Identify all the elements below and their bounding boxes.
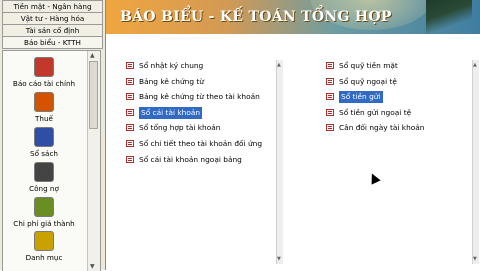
tab-tai-san[interactable]: Tài sản cố định	[2, 25, 103, 37]
report-doc-icon	[126, 93, 134, 101]
report-item-label: Bảng kê chứng từ	[139, 76, 204, 86]
module-bar-chart[interactable]: Báo cáo tài chính	[3, 57, 85, 88]
report-doc-icon	[326, 108, 334, 116]
report-item-label: Sổ tiền gửi ngoại tệ	[339, 107, 412, 117]
tax-doc-icon	[34, 92, 54, 112]
report-item-label: Sổ cái tài khoản	[139, 106, 203, 119]
scroll-down-icon[interactable]: ▼	[277, 256, 281, 262]
scroll-up-icon[interactable]: ▲	[90, 52, 95, 59]
right-list-scrollbar[interactable]: ▲ ▼	[472, 60, 479, 264]
module-label: Thuế	[35, 114, 53, 123]
catalog-icon	[34, 231, 54, 251]
report-item-label: Cân đối ngày tài khoản	[339, 123, 425, 133]
report-doc-icon	[126, 108, 134, 116]
report-item-label: Sổ nhật ký chung	[139, 61, 204, 70]
module-debt-chart[interactable]: Công nợ	[3, 162, 85, 193]
module-label: Báo cáo tài chính	[12, 79, 76, 88]
scroll-up-icon[interactable]: ▲	[473, 62, 477, 68]
tab-bao-bieu[interactable]: Báo biểu - KTTH	[2, 37, 103, 49]
report-item-label: Sổ quỹ ngoại tệ	[339, 76, 397, 86]
banner-palm-silhouette	[426, 0, 472, 34]
module-label: Danh mục	[25, 253, 63, 262]
report-doc-icon	[126, 77, 134, 85]
report-doc-icon	[126, 155, 134, 163]
report-item-label: Sổ chi tiết theo tài khoản đối ứng	[139, 139, 263, 148]
module-label: Công nợ	[29, 184, 59, 193]
report-item-label: Sổ tiền gửi	[339, 91, 383, 104]
module-ledger-book[interactable]: Sổ sách	[3, 127, 85, 158]
cost-icon	[34, 197, 54, 217]
report-item-label: Sổ quỹ tiền mặt	[339, 61, 398, 70]
report-item-label: Sổ cái tài khoản ngoại bảng	[139, 154, 242, 164]
scroll-up-icon[interactable]: ▲	[277, 62, 281, 68]
left-list-scrollbar[interactable]: ▲ ▼	[276, 60, 283, 264]
module-label: Chi phí giá thành	[13, 219, 75, 228]
debt-chart-icon	[34, 162, 54, 182]
report-doc-icon	[126, 124, 134, 132]
left-nav-panel: Tiền mặt - Ngân hàng Vật tư - Hàng hóa Tài…	[0, 0, 106, 271]
module-catalog[interactable]: Danh mục	[3, 231, 85, 262]
scroll-down-icon[interactable]: ▼	[473, 256, 477, 262]
report-doc-icon	[326, 124, 334, 132]
module-list: ▲ ▼ Báo cáo tài chính Thuế Sổ sách Công nợ C…	[2, 50, 101, 271]
report-doc-icon	[126, 62, 134, 69]
module-cost[interactable]: Chi phí giá thành	[3, 197, 85, 228]
scroll-thumb[interactable]	[89, 61, 98, 129]
bar-chart-icon	[34, 57, 54, 77]
mouse-cursor-icon	[367, 171, 381, 185]
report-item-label: Sổ tổng hợp tài khoản	[139, 123, 221, 133]
tab-tien-mat[interactable]: Tiền mặt - Ngân hàng	[2, 0, 103, 13]
module-tax-doc[interactable]: Thuế	[3, 92, 85, 123]
report-item-label: Bảng kê chứng từ theo tài khoản	[139, 92, 260, 102]
ledger-book-icon	[34, 127, 54, 147]
page-title: BÁO BIỂU - KẾ TOÁN TỔNG HỢP	[120, 9, 392, 25]
header-banner: BÁO BIỂU - KẾ TOÁN TỔNG HỢP	[106, 0, 480, 34]
nav-tabs: Tiền mặt - Ngân hàng Vật tư - Hàng hóa Tài…	[0, 0, 105, 49]
module-label: Sổ sách	[30, 149, 58, 158]
tab-vat-tu[interactable]: Vật tư - Hàng hóa	[2, 13, 103, 25]
report-doc-icon	[126, 140, 134, 147]
report-content: Sổ nhật ký chung Bảng kê chứng từ Bảng kê …	[106, 34, 480, 270]
report-doc-icon	[326, 93, 334, 101]
module-scrollbar[interactable]: ▲ ▼	[87, 51, 100, 271]
scroll-down-icon[interactable]: ▼	[90, 263, 95, 270]
report-doc-icon	[326, 77, 334, 85]
report-doc-icon	[326, 62, 334, 69]
